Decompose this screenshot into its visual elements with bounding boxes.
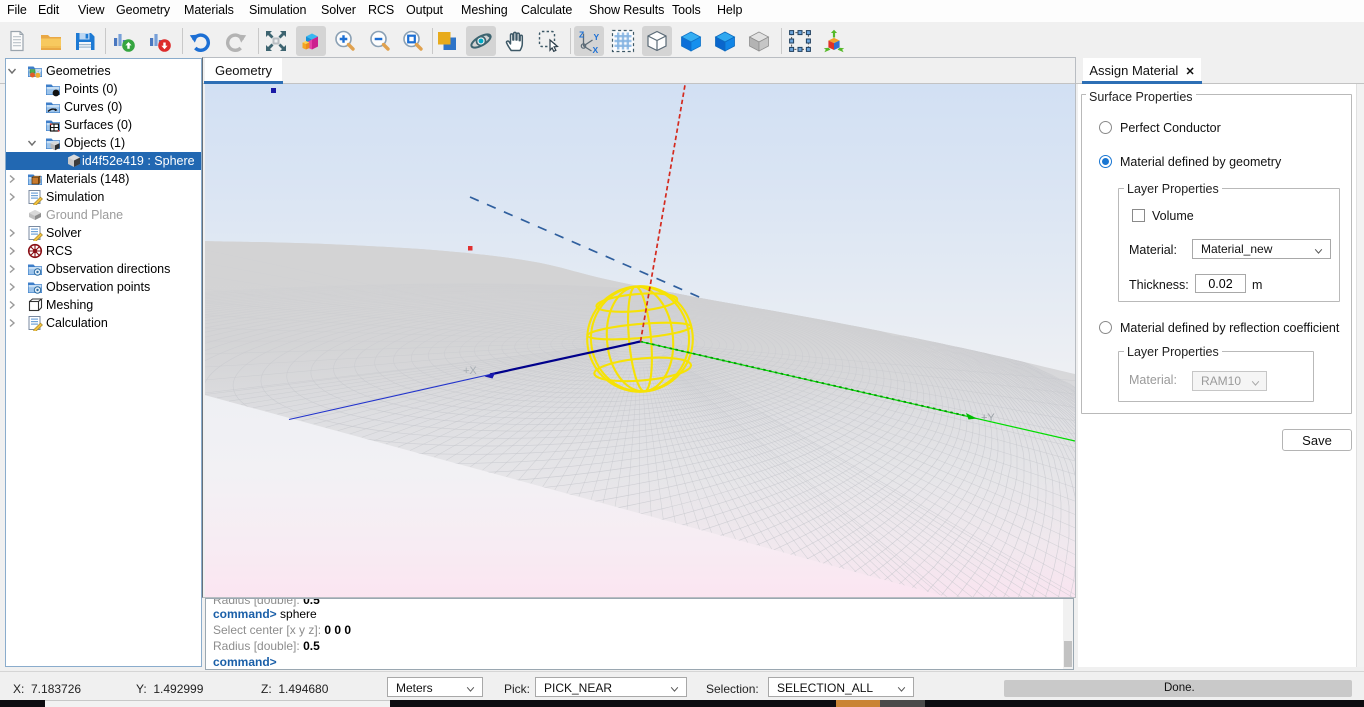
svg-text:X: X [593,45,599,53]
svg-text:+X: +X [463,365,477,377]
svg-text:+Y: +Y [981,412,995,424]
svg-text:Y: Y [594,32,600,42]
svg-text:Z: Z [579,30,584,40]
